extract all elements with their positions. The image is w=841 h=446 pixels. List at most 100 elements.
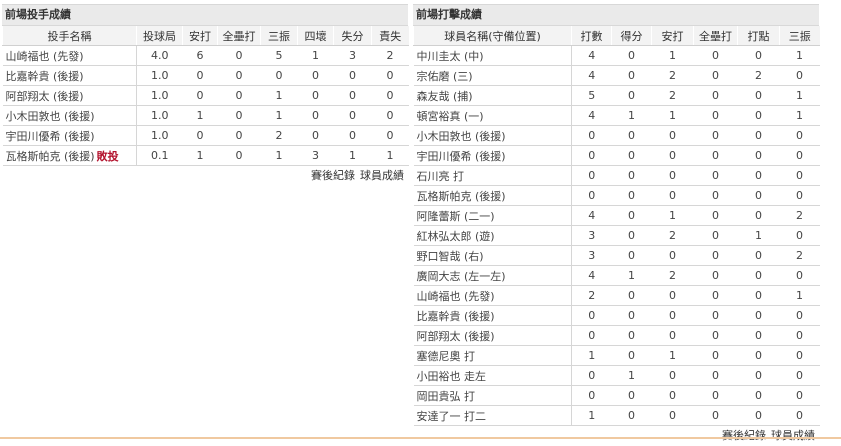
player-name-cell: 瓦格斯帕克 (後援) 敗投	[2, 145, 137, 166]
stat-cell: 0	[693, 165, 738, 186]
stat-cell: 0	[737, 305, 780, 326]
player-name-link[interactable]: 瓦格斯帕克 (後援)	[6, 150, 95, 163]
stat-cell: 0	[693, 285, 738, 306]
stat-cell: 1	[611, 365, 652, 386]
player-stats-link[interactable]: 球員成績	[771, 429, 815, 442]
player-name-link[interactable]: 宗佑磨 (三)	[417, 70, 473, 83]
stat-cell: 0	[611, 325, 652, 346]
stat-cell: 1	[779, 45, 820, 66]
player-name-link[interactable]: 塞德尼奧 打	[417, 350, 476, 363]
stat-cell: 0	[693, 45, 738, 66]
pitching-col-header: 安打	[182, 26, 218, 46]
player-name-cell: 阿部翔太 (後援)	[413, 325, 572, 346]
player-name-link[interactable]: 野口智哉 (右)	[417, 250, 484, 263]
pitching-col-header: 全壘打	[217, 26, 261, 46]
player-name-link[interactable]: 小木田敦也 (後援)	[417, 130, 506, 143]
game-record-link[interactable]: 賽後紀錄	[722, 429, 766, 442]
stat-cell: 0	[217, 65, 261, 86]
batting-col-header: 三振	[779, 26, 820, 46]
stat-cell: 4	[571, 265, 612, 286]
player-name-link[interactable]: 阿部翔太 (後援)	[417, 330, 495, 343]
player-name-link[interactable]: 岡田貴弘 打	[417, 390, 476, 403]
player-name-link[interactable]: 瓦格斯帕克 (後援)	[417, 190, 506, 203]
stat-cell: 0	[693, 145, 738, 166]
stat-cell: 0	[779, 225, 820, 246]
player-name-link[interactable]: 宇田川優希 (後援)	[6, 130, 95, 143]
pitching-col-header: 三振	[260, 26, 298, 46]
player-name-link[interactable]: 紅林弘太郎 (遊)	[417, 230, 495, 243]
stat-cell: 1	[779, 105, 820, 126]
stat-cell: 0	[571, 385, 612, 406]
player-name-link[interactable]: 廣岡大志 (左一左)	[417, 270, 506, 283]
stat-cell: 0	[260, 65, 298, 86]
pitching-header-row: 投手名稱 投球局 安打 全壘打 三振 四壞 失分 責失	[2, 26, 409, 46]
stat-cell: 0	[611, 405, 652, 426]
player-name-cell: 宇田川優希 (後援)	[413, 145, 572, 166]
player-name-link[interactable]: 宇田川優希 (後援)	[417, 150, 506, 163]
stat-cell: 0	[693, 325, 738, 346]
stat-cell: 0	[611, 245, 652, 266]
stat-cell: 0	[737, 205, 780, 226]
player-name-link[interactable]: 阿隆蕾斯 (二一)	[417, 210, 495, 223]
stat-cell: 0	[779, 265, 820, 286]
stat-cell: 0	[611, 305, 652, 326]
player-name-link[interactable]: 阿部翔太 (後援)	[6, 90, 84, 103]
stat-cell: 1	[260, 145, 298, 166]
game-record-link[interactable]: 賽後紀錄	[311, 169, 355, 182]
player-name-link[interactable]: 安達了一 打二	[417, 410, 487, 423]
stat-cell: 1	[260, 85, 298, 106]
batting-row: 阿部翔太 (後援) 0 0 0 0 0 0	[413, 325, 820, 346]
stat-cell: 1	[297, 45, 334, 66]
stat-cell: 0	[571, 165, 612, 186]
player-name-link[interactable]: 中川圭太 (中)	[417, 50, 484, 63]
player-name-cell: 山崎福也 (先發)	[2, 45, 137, 66]
player-name-link[interactable]: 比嘉幹貴 (後援)	[417, 310, 495, 323]
stat-cell: 1.0	[136, 125, 183, 146]
player-name-link[interactable]: 石川亮 打	[417, 170, 465, 183]
player-stats-link[interactable]: 球員成績	[360, 169, 404, 182]
batting-panel: 前場打擊成績 球員名稱(守備位置) 打數 得分 安打 全壘打 打點 三振 中川圭太 (中) 4…	[413, 4, 820, 446]
stat-cell: 0	[693, 345, 738, 366]
pitching-row: 小木田敦也 (後援) 1.0 1 0 1 0 0 0	[2, 105, 409, 126]
batting-row: 廣岡大志 (左一左) 4 1 2 0 0 0	[413, 265, 820, 286]
stat-cell: 4.0	[136, 45, 183, 66]
stat-cell: 5	[260, 45, 298, 66]
pitching-col-header: 投球局	[136, 26, 183, 46]
player-name-cell: 野口智哉 (右)	[413, 245, 572, 266]
pitching-row: 比嘉幹貴 (後援) 1.0 0 0 0 0 0 0	[2, 65, 409, 86]
player-name-link[interactable]: 頓宮裕真 (一)	[417, 110, 484, 123]
stat-cell: 0	[182, 65, 218, 86]
stat-cell: 0	[182, 85, 218, 106]
stat-cell: 2	[371, 45, 409, 66]
stat-cell: 0	[371, 125, 409, 146]
stat-cell: 0	[371, 105, 409, 126]
decision-badge: 敗投	[96, 149, 119, 163]
player-name-link[interactable]: 山崎福也 (先發)	[6, 50, 84, 63]
stat-cell: 0	[182, 125, 218, 146]
stat-cell: 0	[693, 65, 738, 86]
stat-cell: 0	[651, 305, 694, 326]
stat-cell: 0	[737, 165, 780, 186]
player-name-cell: 塞德尼奧 打	[413, 345, 572, 366]
player-name-link[interactable]: 山崎福也 (先發)	[417, 290, 495, 303]
batting-col-header: 球員名稱(守備位置)	[413, 26, 572, 46]
stat-cell: 2	[651, 225, 694, 246]
stat-cell: 0	[217, 85, 261, 106]
player-name-link[interactable]: 小木田敦也 (後援)	[6, 110, 95, 123]
stat-cell: 6	[182, 45, 218, 66]
batting-row: 安達了一 打二 1 0 0 0 0 0	[413, 405, 820, 426]
player-name-link[interactable]: 比嘉幹貴 (後援)	[6, 70, 84, 83]
stat-cell: 0	[571, 145, 612, 166]
player-name-link[interactable]: 森友哉 (捕)	[417, 90, 473, 103]
stat-cell: 0	[737, 325, 780, 346]
stat-cell: 0	[651, 245, 694, 266]
stat-cell: 0	[651, 165, 694, 186]
stat-cell: 4	[571, 205, 612, 226]
player-name-link[interactable]: 小田裕也 走左	[417, 370, 487, 383]
stat-cell: 0	[571, 305, 612, 326]
batting-row: 頓宮裕真 (一) 4 1 1 0 0 1	[413, 105, 820, 126]
batting-row: 宗佑磨 (三) 4 0 2 0 2 0	[413, 65, 820, 86]
player-name-cell: 頓宮裕真 (一)	[413, 105, 572, 126]
stat-cell: 2	[571, 285, 612, 306]
stat-cell: 1.0	[136, 65, 183, 86]
